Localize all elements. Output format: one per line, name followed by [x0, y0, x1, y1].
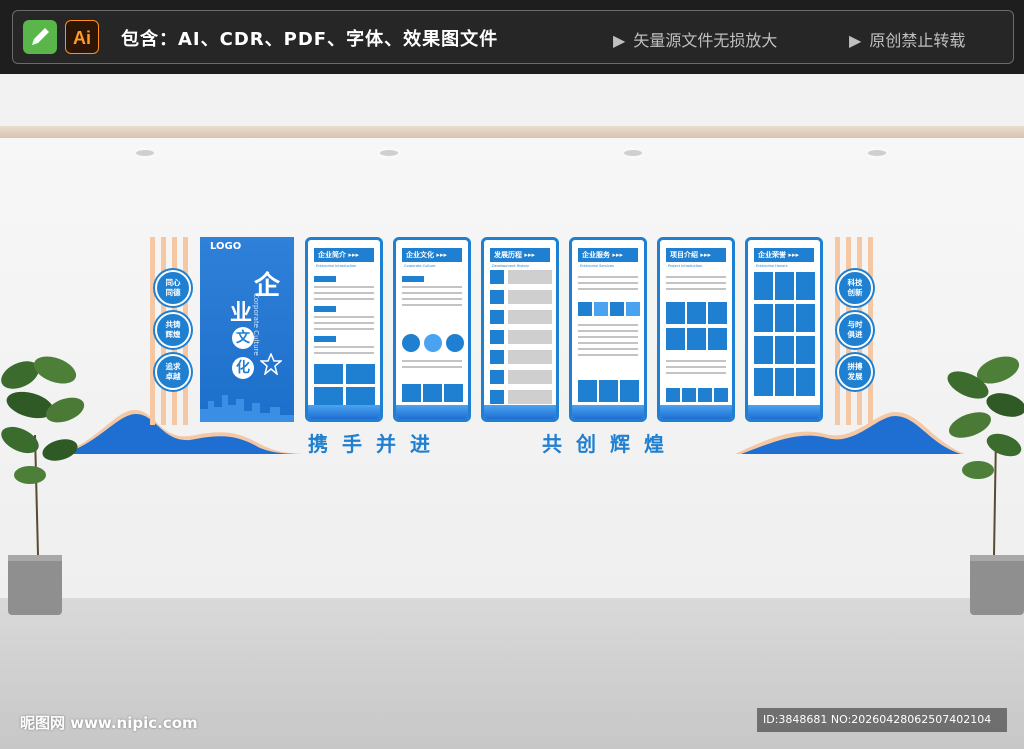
right-circle-3: 拼搏 发展 [837, 354, 873, 390]
panel-wave [308, 405, 380, 419]
panel-services: 企业服务 ▸▸▸ Enterprise Services [569, 237, 647, 422]
slogan-left: 携手并进 [308, 432, 444, 456]
panel-wave [396, 405, 468, 419]
top-banner: Ai 包含：AI、CDR、PDF、字体、效果图文件 ▶ 矢量源文件无损放大 ▶ 原创… [0, 0, 1024, 74]
panel-tag: Corporate Culture [404, 264, 436, 268]
panel-wave [572, 405, 644, 419]
panel-tag: Enterprise Honors [756, 264, 788, 268]
panel-title: 项目介绍 ▸▸▸ [666, 248, 726, 262]
triangle-icon: ▶ [613, 31, 626, 50]
site-watermark: 昵图网 www.nipic.com [20, 714, 198, 732]
panel-title: 企业简介 ▸▸▸ [314, 248, 374, 262]
ceiling [0, 74, 1024, 130]
panel-wave [748, 405, 820, 419]
ceiling-light [868, 150, 886, 156]
panel-tag: Development History [492, 264, 530, 268]
triangle-icon: ▶ [849, 31, 862, 50]
city-skyline [200, 395, 294, 422]
logo-text: LOGO [210, 241, 242, 252]
banner-frame: Ai 包含：AI、CDR、PDF、字体、效果图文件 ▶ 矢量源文件无损放大 ▶ 原创… [12, 10, 1014, 64]
panel-title: 发展历程 ▸▸▸ [490, 248, 550, 262]
panel-culture: 企业文化 ▸▸▸ Corporate Culture [393, 237, 471, 422]
panel-title: 企业荣誉 ▸▸▸ [754, 248, 814, 262]
panel-honors: 企业荣誉 ▸▸▸ Enterprise Honors [745, 237, 823, 422]
panel-title: 企业文化 ▸▸▸ [402, 248, 462, 262]
char-hua: 化 [232, 357, 254, 379]
ceiling-light [136, 150, 154, 156]
char-wen: 文 [232, 327, 254, 349]
panel-title: 企业服务 ▸▸▸ [578, 248, 638, 262]
wood-trim [0, 126, 1024, 138]
left-circle-3: 追求 卓越 [155, 354, 191, 390]
contains-label: 包含：AI、CDR、PDF、字体、效果图文件 [121, 29, 499, 50]
right-circle-1: 科技 创新 [837, 270, 873, 306]
char-ye: 业 [230, 301, 253, 326]
copyright-note-text: 原创禁止转载 [869, 31, 966, 50]
left-circle-2: 共铸 辉煌 [155, 312, 191, 348]
panel-tag: Enterprise Services [580, 264, 614, 268]
ceiling-light [380, 150, 398, 156]
panel-tag: Enterprise Introduction [316, 264, 357, 268]
culture-main-panel: LOGO 企 业 文 化 Corporate Culture [200, 237, 294, 422]
panel-wave [660, 405, 732, 419]
vector-note-text: 矢量源文件无损放大 [633, 31, 778, 50]
right-plant [947, 356, 1024, 615]
vector-note: ▶ 矢量源文件无损放大 [613, 27, 777, 51]
star-icon [260, 353, 282, 375]
ceiling-light [624, 150, 642, 156]
right-circle-2: 与时 俱进 [837, 312, 873, 348]
pen-icon [23, 20, 57, 54]
copyright-note: ▶ 原创禁止转载 [849, 27, 965, 51]
corporate-culture-text: Corporate Culture [252, 293, 260, 356]
slogan-right: 共创辉煌 [542, 432, 678, 456]
panel-intro: 企业简介 ▸▸▸ Enterprise Introduction [305, 237, 383, 422]
illustrator-icon: Ai [65, 20, 99, 54]
left-plant [1, 356, 85, 615]
panel-wave [484, 405, 556, 419]
panel-projects: 项目介绍 ▸▸▸ Project Introduction [657, 237, 735, 422]
id-watermark: ID:3848681 NO:20260428062507402104 [757, 708, 1007, 732]
panel-tag: Project Introduction [668, 264, 703, 268]
panel-history: 发展历程 ▸▸▸ Development History [481, 237, 559, 422]
left-circle-1: 同心 同德 [155, 270, 191, 306]
